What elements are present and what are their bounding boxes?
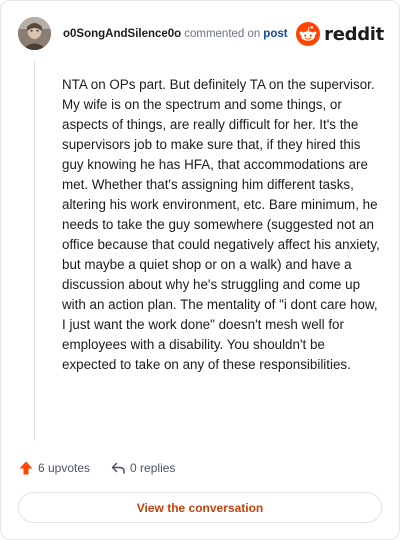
upvote-count: 6 upvotes: [38, 461, 91, 475]
thread-line: [34, 61, 35, 441]
reddit-snoo-icon: [296, 22, 321, 46]
post-link[interactable]: post: [263, 28, 287, 40]
reply-count: 0 replies: [130, 461, 176, 475]
comment-header: o0SongAndSilence0o commented on post reddi…: [18, 17, 384, 51]
comment-body: NTA on OPs part. But definitely TA on th…: [62, 77, 380, 372]
reply-arrow-icon: [111, 462, 125, 474]
brand-wordmark: reddit: [324, 23, 384, 45]
comment-card: o0SongAndSilence0o commented on post reddi…: [0, 0, 400, 540]
username[interactable]: o0SongAndSilence0o: [63, 28, 181, 40]
view-conversation-button[interactable]: View the conversation: [18, 492, 382, 523]
reply-button[interactable]: 0 replies: [110, 460, 175, 476]
reddit-brand[interactable]: reddit: [296, 21, 384, 47]
user-avatar[interactable]: [18, 17, 51, 50]
upvote-button[interactable]: 6 upvotes: [18, 460, 90, 476]
action-text: commented on: [184, 28, 261, 40]
comment-actions: 6 upvotes 0 replies: [18, 458, 175, 478]
comment-meta: o0SongAndSilence0o commented on post: [63, 26, 288, 42]
upvote-arrow-icon: [19, 461, 33, 475]
avatar-image: [18, 17, 51, 50]
